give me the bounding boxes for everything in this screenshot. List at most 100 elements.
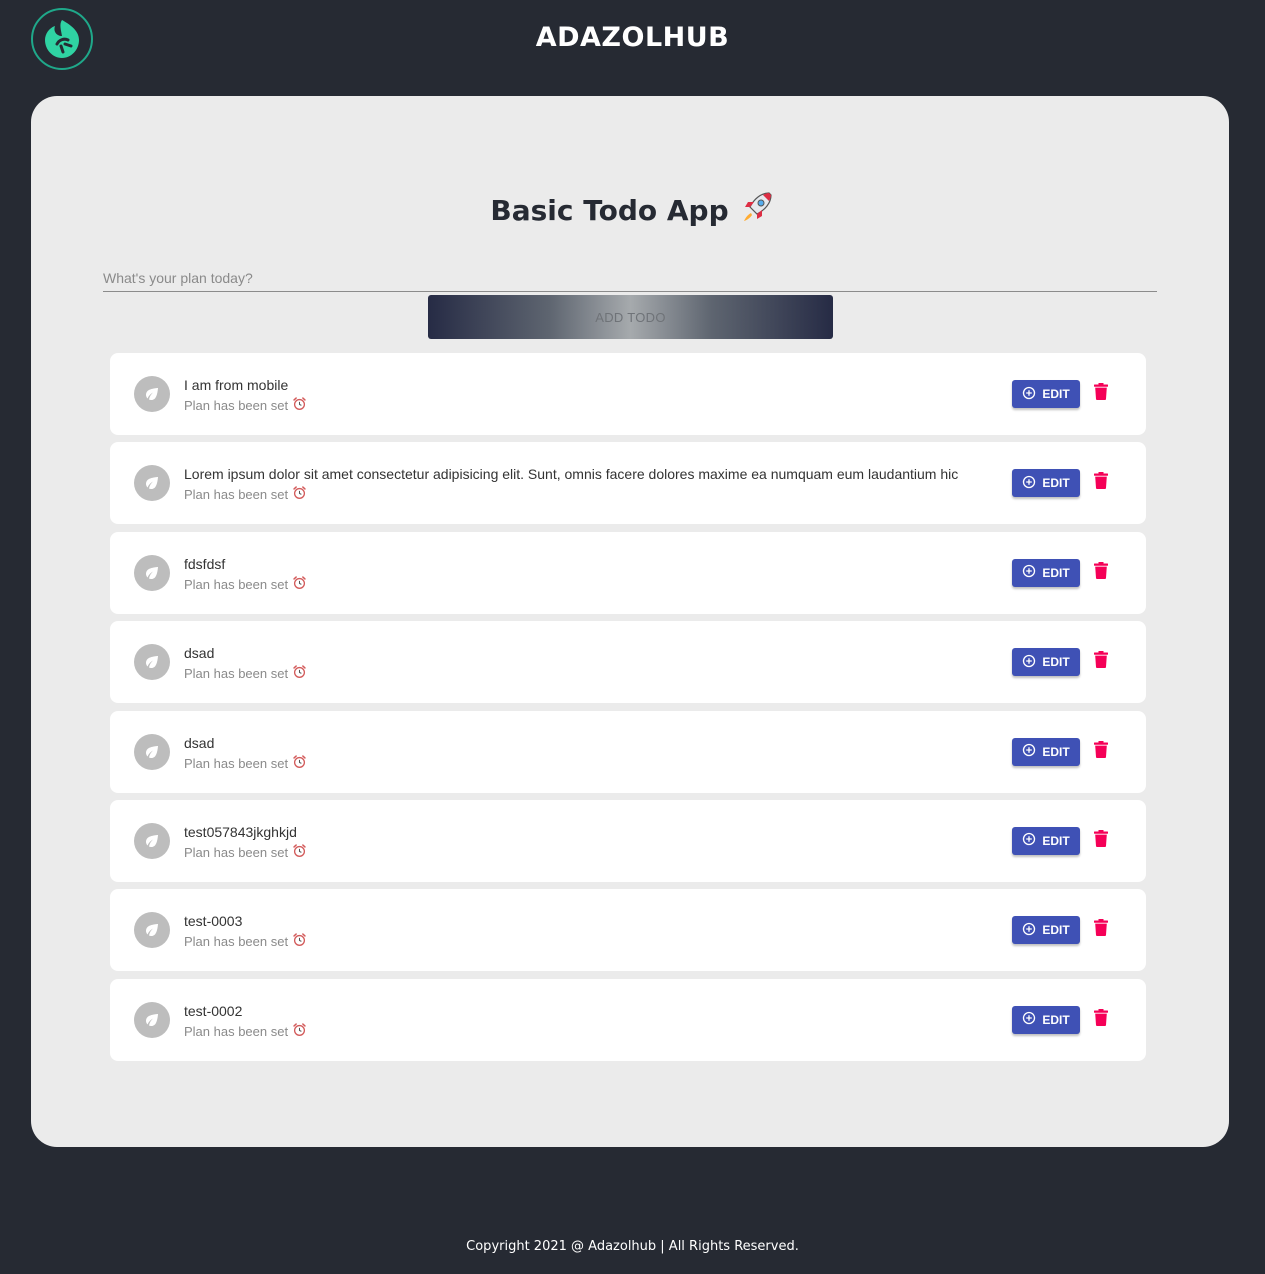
edit-button-label: EDIT [1042, 833, 1070, 848]
todo-item: fdsfdsf Plan has been set EDIT [110, 531, 1146, 614]
todo-item: I am from mobile Plan has been set EDIT [110, 353, 1146, 435]
alarm-clock-icon [292, 932, 307, 951]
todo-title: test-0002 [184, 1002, 243, 1019]
todo-subtitle-row: Plan has been set [184, 1022, 1004, 1041]
eco-leaf-icon [134, 465, 170, 502]
eco-leaf-icon [134, 376, 170, 412]
todo-item: dsad Plan has been set EDIT [110, 621, 1146, 704]
eco-leaf-icon [134, 1001, 170, 1038]
todo-subtitle-row: Plan has been set [184, 575, 1004, 594]
trash-icon [1094, 472, 1108, 494]
alarm-clock-icon [292, 485, 307, 504]
todo-item: test-0002 Plan has been set EDIT [110, 978, 1146, 1061]
edit-button-label: EDIT [1042, 1012, 1070, 1027]
todo-title: Lorem ipsum dolor sit amet consectetur a… [184, 466, 959, 483]
trash-icon [1094, 1008, 1108, 1031]
todo-subtitle: Plan has been set [184, 844, 289, 860]
todo-text: dsad Plan has been set [184, 645, 1004, 683]
todo-subtitle: Plan has been set [184, 576, 289, 592]
delete-button[interactable] [1092, 651, 1110, 673]
footer-copyright: Copyright 2021 @ Adazolhub | All Rights … [466, 1239, 799, 1254]
todo-subtitle-row: Plan has been set [184, 932, 1004, 951]
eco-leaf-icon [134, 644, 170, 681]
edit-button[interactable]: EDIT [1012, 916, 1080, 945]
todo-text: Lorem ipsum dolor sit amet consectetur a… [184, 466, 1004, 504]
alarm-clock-icon [292, 664, 307, 683]
todo-subtitle-row: Plan has been set [184, 396, 1004, 415]
todo-title: fdsfdsf [184, 555, 226, 572]
edit-button[interactable]: EDIT [1012, 558, 1080, 587]
edit-button-label: EDIT [1042, 923, 1070, 938]
edit-button-label: EDIT [1042, 387, 1070, 401]
trash-icon [1094, 561, 1108, 584]
edit-button-label: EDIT [1042, 476, 1070, 491]
delete-button[interactable] [1092, 919, 1110, 941]
edit-button[interactable]: EDIT [1012, 469, 1080, 498]
eco-leaf-icon [134, 733, 170, 770]
add-circle-outline-icon [1022, 743, 1036, 760]
add-circle-outline-icon [1022, 922, 1036, 939]
todo-text: test-0003 Plan has been set [184, 913, 1004, 951]
delete-button[interactable] [1092, 740, 1110, 763]
alarm-clock-icon [292, 754, 307, 773]
delete-button[interactable] [1092, 829, 1110, 852]
top-bar: ADAZOLHUB [0, 0, 1265, 80]
add-circle-outline-icon [1022, 475, 1036, 492]
todo-item: test-0003 Plan has been set EDIT [110, 889, 1146, 972]
trash-icon [1094, 740, 1108, 763]
rocket-icon [739, 189, 775, 232]
add-circle-outline-icon [1022, 1011, 1036, 1028]
todo-subtitle: Plan has been set [184, 755, 289, 771]
todo-subtitle: Plan has been set [184, 398, 289, 413]
edit-button[interactable]: EDIT [1012, 648, 1080, 677]
add-circle-outline-icon [1022, 832, 1036, 849]
alarm-clock-icon [292, 396, 307, 415]
todo-input[interactable] [103, 262, 1157, 291]
todo-subtitle-row: Plan has been set [184, 485, 1004, 504]
page-title: Basic Todo App [490, 194, 729, 227]
todo-subtitle: Plan has been set [184, 487, 289, 503]
delete-button[interactable] [1092, 1008, 1110, 1031]
trash-icon [1094, 383, 1108, 405]
trash-icon [1094, 651, 1108, 673]
edit-button[interactable]: EDIT [1012, 737, 1080, 766]
todo-text: test057843jkghkjd Plan has been set [184, 824, 1004, 862]
edit-button[interactable]: EDIT [1012, 826, 1080, 855]
todo-subtitle-row: Plan has been set [184, 664, 1004, 683]
add-circle-outline-icon [1022, 386, 1036, 403]
todo-subtitle-row: Plan has been set [184, 843, 1004, 862]
todo-item: Lorem ipsum dolor sit amet consectetur a… [110, 442, 1146, 525]
todo-title: dsad [184, 645, 215, 662]
trash-icon [1094, 919, 1108, 941]
todo-input-wrapper [103, 262, 1157, 292]
edit-button-label: EDIT [1042, 655, 1070, 670]
todo-subtitle: Plan has been set [184, 666, 289, 682]
add-todo-button[interactable]: ADD TODO [428, 295, 833, 339]
todo-title: I am from mobile [184, 377, 289, 393]
page-title-container: Basic Todo App [0, 189, 1265, 232]
edit-button-label: EDIT [1042, 565, 1070, 580]
alarm-clock-icon [292, 843, 307, 862]
todo-item: dsad Plan has been set EDIT [110, 710, 1146, 793]
eco-leaf-icon [134, 822, 170, 859]
todo-subtitle: Plan has been set [184, 934, 289, 950]
delete-button[interactable] [1092, 383, 1110, 405]
todo-text: fdsfdsf Plan has been set [184, 556, 1004, 594]
todo-subtitle-row: Plan has been set [184, 754, 1004, 773]
todo-subtitle: Plan has been set [184, 1023, 289, 1039]
brand-title: ADAZOLHUB [535, 22, 730, 53]
todo-title: test057843jkghkjd [184, 823, 297, 840]
add-circle-outline-icon [1022, 654, 1036, 671]
trash-icon [1094, 829, 1108, 852]
eco-leaf-icon [134, 554, 170, 591]
todo-title: test-0003 [184, 913, 243, 930]
todo-item: test057843jkghkjd Plan has been set EDIT [110, 799, 1146, 882]
edit-button-label: EDIT [1042, 744, 1070, 759]
delete-button[interactable] [1092, 561, 1110, 584]
delete-button[interactable] [1092, 472, 1110, 494]
edit-button[interactable]: EDIT [1012, 1005, 1080, 1034]
todo-list: I am from mobile Plan has been set EDIT … [110, 353, 1146, 1068]
edit-button[interactable]: EDIT [1012, 380, 1080, 408]
alarm-clock-icon [292, 1022, 307, 1041]
todo-title: dsad [184, 734, 215, 751]
